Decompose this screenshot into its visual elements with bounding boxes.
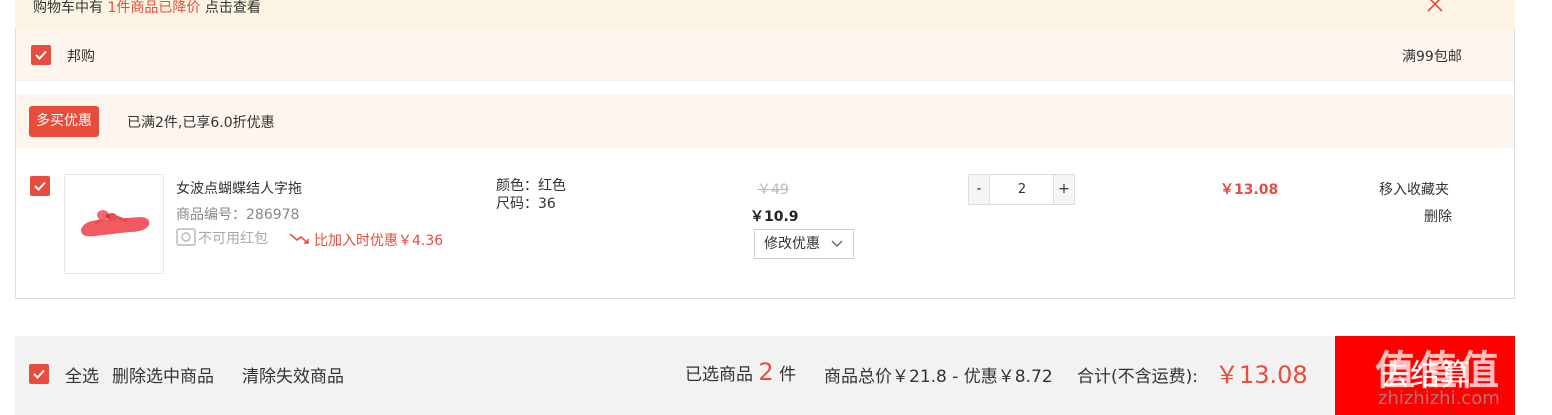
promo-tag: 多买优惠 <box>29 106 99 137</box>
check-icon <box>34 181 46 191</box>
product-image[interactable] <box>64 174 164 274</box>
current-price: ￥10.9 <box>750 209 799 225</box>
quantity-value[interactable]: 2 <box>990 175 1054 204</box>
select-all-label[interactable]: 全选 <box>65 362 99 387</box>
selected-prefix: 已选商品 <box>685 365 753 385</box>
shop-checkbox[interactable] <box>31 45 51 65</box>
promo-text: 已满2件,已享6.0折优惠 <box>127 115 275 131</box>
shipping-info: 满99包邮 <box>1402 49 1462 65</box>
chevron-down-icon <box>831 240 843 247</box>
watermark-url: zhizhizhi.com <box>1378 388 1500 409</box>
notice-highlight[interactable]: 1件商品已降价 <box>107 0 200 16</box>
selected-number: 2 <box>758 358 774 386</box>
move-to-favorites-link[interactable]: 移入收藏夹 <box>1379 179 1449 199</box>
shop-header: 邦购 满99包邮 <box>16 29 1514 81</box>
original-price: ￥49 <box>757 182 789 198</box>
price-summary: 商品总价￥21.8 - 优惠￥8.72 <box>824 367 1053 387</box>
price-drop-text: 比加入时优惠￥4.36 <box>314 233 444 249</box>
selected-suffix: 件 <box>779 365 797 385</box>
delete-item-link[interactable]: 删除 <box>1424 206 1452 226</box>
product-title[interactable]: 女波点蝴蝶结人字拖 <box>176 178 302 198</box>
product-sku: 商品编号：286978 <box>176 207 300 223</box>
notice-suffix[interactable]: 点击查看 <box>205 0 261 16</box>
notice-text: 购物车中有 1件商品已降价 点击查看 <box>33 0 261 17</box>
price-drop-notice[interactable]: 购物车中有 1件商品已降价 点击查看 <box>15 0 1515 29</box>
coupon-status: 不可用红包 <box>198 231 268 247</box>
select-all-checkbox[interactable] <box>29 364 49 384</box>
total-label: 合计(不含运费): <box>1077 367 1198 387</box>
item-checkbox[interactable] <box>30 176 50 196</box>
flip-flop-image <box>81 210 150 237</box>
red-packet-icon <box>176 228 196 246</box>
modify-discount-label: 修改优惠 <box>764 236 820 252</box>
increase-button[interactable]: + <box>1053 175 1074 204</box>
modify-discount-select[interactable]: 修改优惠 <box>754 229 854 259</box>
shop-name[interactable]: 邦购 <box>67 46 95 66</box>
quantity-stepper[interactable]: - 2 + <box>968 174 1075 205</box>
attr-size: 尺码：36 <box>496 196 556 212</box>
trend-down-icon <box>289 231 311 245</box>
attr-color: 颜色：红色 <box>496 178 566 194</box>
checkout-bar: 全选 删除选中商品 清除失效商品 已选商品 2 件 商品总价￥21.8 - 优惠… <box>15 336 1515 415</box>
promo-bar: 多买优惠 已满2件,已享6.0折优惠 <box>16 95 1514 148</box>
decrease-button[interactable]: - <box>969 175 990 204</box>
clear-invalid-button[interactable]: 清除失效商品 <box>242 362 344 387</box>
delete-selected-button[interactable]: 删除选中商品 <box>112 362 214 387</box>
check-icon <box>35 50 47 60</box>
notice-prefix: 购物车中有 <box>33 0 103 16</box>
close-icon[interactable] <box>1425 0 1445 14</box>
total-amount: ￥13.08 <box>1215 361 1308 389</box>
check-icon <box>33 369 45 379</box>
selected-count: 已选商品 2 件 <box>685 358 796 386</box>
item-subtotal: ￥13.08 <box>1220 182 1279 198</box>
